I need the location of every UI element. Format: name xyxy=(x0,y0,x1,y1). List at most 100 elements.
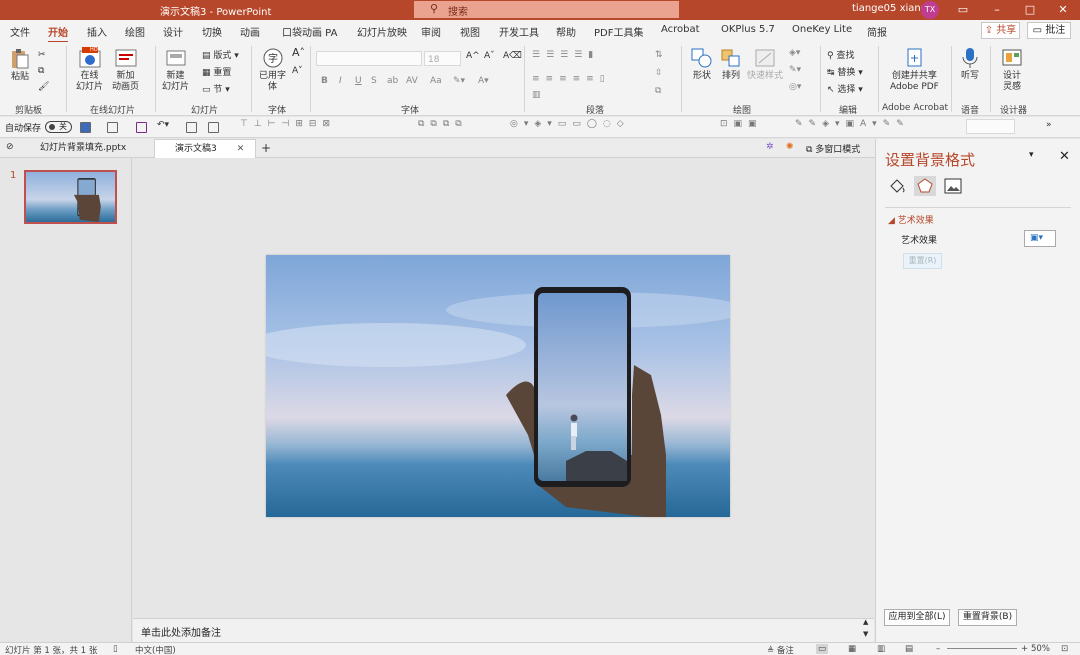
arrange-button[interactable]: 排列 xyxy=(719,47,743,82)
decrease-font-icon[interactable]: Aˇ xyxy=(484,51,495,61)
save-icon[interactable] xyxy=(136,122,147,133)
tab-list-icon[interactable]: ⊘ xyxy=(6,142,14,152)
reset-button[interactable]: ▦ 重置 xyxy=(202,65,231,78)
scroll-down-icon[interactable]: ▼ xyxy=(863,630,868,638)
replace-button[interactable]: ↹ 替换 ▾ xyxy=(827,65,863,78)
theme-icon[interactable] xyxy=(80,122,91,133)
accessibility-icon[interactable]: ▯ xyxy=(113,644,118,654)
search-box[interactable]: ⚲ 搜索 xyxy=(414,1,679,18)
toolbar-dropdown[interactable] xyxy=(966,119,1015,134)
shape-effects-icon[interactable]: ◎▾ xyxy=(789,82,801,92)
increase-font-icon[interactable]: A^ xyxy=(466,51,480,61)
tab-file[interactable]: 文件 xyxy=(10,24,30,39)
artistic-effects-dropdown[interactable]: ▣▾ xyxy=(1024,230,1056,247)
shape-fill-icon[interactable]: ◈▾ xyxy=(789,48,800,58)
vertical-scrollbar[interactable]: ▲ ▼ xyxy=(861,618,874,642)
minimize-icon[interactable]: – xyxy=(980,0,1014,20)
tab-developer[interactable]: 开发工具 xyxy=(499,24,539,39)
shadow-icon[interactable]: S xyxy=(371,76,377,86)
tab-insert[interactable]: 插入 xyxy=(87,24,107,39)
scroll-up-icon[interactable]: ▲ xyxy=(863,618,868,626)
pen-tools-icons[interactable]: ✎✎◈▾▣A▾✎✎ xyxy=(795,119,910,129)
new-online-page-button[interactable]: 新加 动画页 xyxy=(112,47,139,93)
shapes-button[interactable]: 形状 xyxy=(690,47,714,82)
zoom-slider[interactable] xyxy=(947,648,1017,649)
object-tools-icons[interactable]: ⧉⧉⧉⧉ xyxy=(418,119,468,129)
reset-effect-button[interactable]: 重置(R) xyxy=(903,253,942,269)
font-family-select[interactable] xyxy=(316,51,422,66)
effects-icon[interactable] xyxy=(914,176,936,196)
slideshow-icon[interactable] xyxy=(186,122,197,133)
more-icon[interactable]: » xyxy=(1046,120,1052,130)
quick-styles-button[interactable]: 快速样式 xyxy=(747,47,783,82)
tab-pdf-tools[interactable]: PDF工具集 xyxy=(594,24,643,39)
tab-briefing[interactable]: 简报 xyxy=(867,24,887,39)
bold-icon[interactable]: B xyxy=(321,76,328,86)
plugin-icon[interactable]: ✲ xyxy=(766,142,774,152)
shrink-font-icon[interactable]: A˅ xyxy=(292,66,303,76)
find-button[interactable]: ⚲ 查找 xyxy=(827,48,854,61)
slide-thumbnail[interactable] xyxy=(24,170,117,224)
select-button[interactable]: ↖ 选择 ▾ xyxy=(827,82,863,95)
doc-tab-active[interactable]: 演示文稿3 ✕ xyxy=(154,139,256,158)
multi-window-button[interactable]: ⧉ 多窗口模式 xyxy=(806,142,860,155)
cut-icon[interactable]: ✂ xyxy=(38,50,46,60)
change-case-icon[interactable]: Aa xyxy=(430,76,442,86)
section-artistic-effects[interactable]: ◢ 艺术效果 xyxy=(888,213,934,226)
ribbon-display-icon[interactable]: ▭ xyxy=(946,0,980,20)
tab-draw[interactable]: 绘图 xyxy=(125,24,145,39)
underline-icon[interactable]: U xyxy=(355,76,362,86)
apply-to-all-button[interactable]: 应用到全部(L) xyxy=(884,609,950,626)
strikethrough-icon[interactable]: ab xyxy=(387,76,398,86)
copy-icon[interactable]: ⧉ xyxy=(38,66,44,76)
fill-icon[interactable] xyxy=(886,176,908,196)
tab-view[interactable]: 视图 xyxy=(460,24,480,39)
picture-icon[interactable] xyxy=(942,176,964,196)
tab-transitions[interactable]: 切换 xyxy=(202,24,222,39)
used-fonts-button[interactable]: 字 已用字 体 xyxy=(259,47,286,93)
pane-options-icon[interactable]: ▾ xyxy=(1029,150,1034,160)
tab-design[interactable]: 设计 xyxy=(163,24,183,39)
layout-button[interactable]: ▤ 版式 ▾ xyxy=(202,48,239,61)
highlight-icon[interactable]: ✎▾ xyxy=(453,76,465,86)
doc-tab[interactable]: 幻灯片背景填充.pptx xyxy=(20,139,154,158)
align-tools-icons[interactable]: ⊤⊥⊢⊣⊞⊟⊠ xyxy=(240,119,336,129)
present-icon[interactable] xyxy=(208,122,219,133)
notes-pane[interactable]: 单击此处添加备注 xyxy=(133,618,874,642)
text-direction-icon[interactable]: ⇅ xyxy=(655,50,663,60)
font-color-icon[interactable]: A▾ xyxy=(478,76,489,86)
zoom-in-icon[interactable]: + xyxy=(1021,644,1028,654)
image-tools-icons[interactable]: ⊡▣▣ xyxy=(720,119,763,129)
slideshow-view-icon[interactable]: ▤ xyxy=(905,644,913,654)
font-size-select[interactable]: 18 xyxy=(424,51,461,66)
align-text-icon[interactable]: ⇳ xyxy=(655,68,663,78)
reset-background-button[interactable]: 重置背景(B) xyxy=(958,609,1017,626)
reading-view-icon[interactable]: ▥ xyxy=(877,644,885,654)
tab-slideshow[interactable]: 幻灯片放映 xyxy=(357,24,407,39)
close-tab-icon[interactable]: ✕ xyxy=(237,144,245,154)
online-slides-button[interactable]: HOT 在线 幻灯片 xyxy=(76,47,103,93)
tab-acrobat[interactable]: Acrobat xyxy=(661,24,700,35)
autosave-toggle[interactable]: 关 xyxy=(45,121,72,133)
fit-window-icon[interactable]: ⊡ xyxy=(1061,644,1068,654)
tab-pocket-animation[interactable]: 口袋动画 PA xyxy=(282,24,337,39)
comments-button[interactable]: ▭ 批注 xyxy=(1027,22,1071,39)
align-icons[interactable]: ≡≡≡≡≡▯ xyxy=(532,74,611,84)
refresh-icon[interactable] xyxy=(107,122,118,133)
paste-button[interactable]: 粘贴 xyxy=(8,48,32,83)
italic-icon[interactable]: I xyxy=(339,76,342,86)
dictate-button[interactable]: 听写 xyxy=(958,47,982,82)
close-icon[interactable]: ✕ xyxy=(1046,0,1080,20)
spacing-icon[interactable]: AV xyxy=(406,76,418,86)
tab-help[interactable]: 帮助 xyxy=(556,24,576,39)
sorter-view-icon[interactable]: ▦ xyxy=(848,644,856,654)
tab-onekey[interactable]: OneKey Lite xyxy=(792,24,852,35)
shape-outline-icon[interactable]: ✎▾ xyxy=(789,65,801,75)
section-button[interactable]: ▭ 节 ▾ xyxy=(202,82,230,95)
tab-home[interactable]: 开始 xyxy=(48,24,68,43)
pane-close-icon[interactable]: ✕ xyxy=(1059,149,1070,164)
language[interactable]: 中文(中国) xyxy=(135,644,176,655)
avatar[interactable]: TX xyxy=(921,1,939,19)
column-icon[interactable]: ▥ xyxy=(532,90,541,100)
create-pdf-button[interactable]: 创建并共享 Adobe PDF xyxy=(890,47,939,93)
